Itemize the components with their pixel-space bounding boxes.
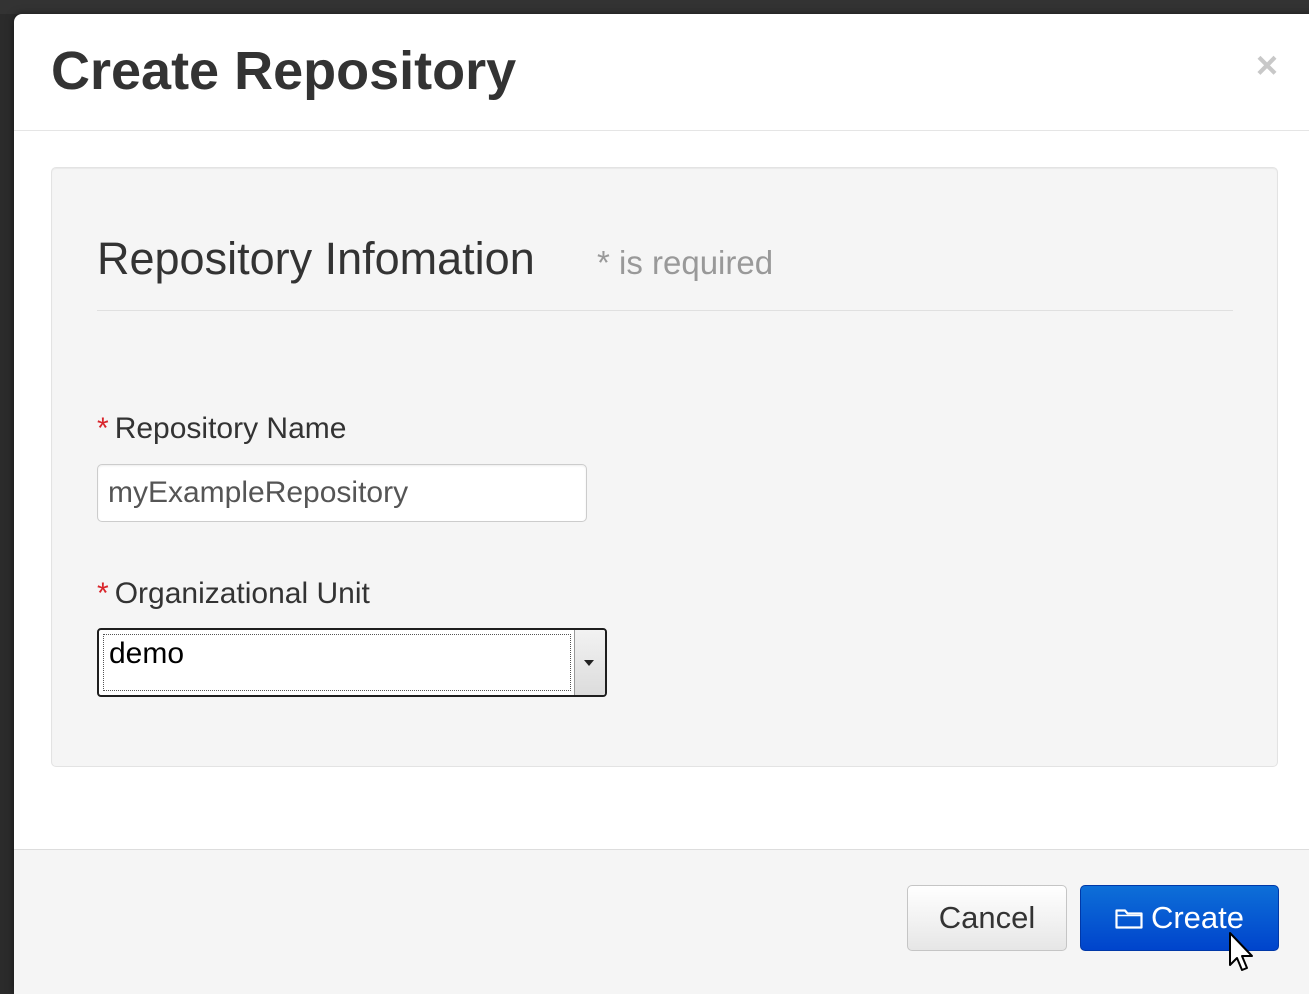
modal-header: Create Repository × bbox=[14, 14, 1309, 131]
repository-name-input[interactable] bbox=[97, 464, 587, 522]
organizational-unit-value: demo bbox=[109, 637, 185, 670]
section-title: Repository Infomation bbox=[97, 233, 535, 284]
create-repository-dialog: Create Repository × Repository Infomatio… bbox=[14, 14, 1309, 994]
section-legend: Repository Infomation * is required bbox=[97, 236, 1233, 311]
mouse-cursor-icon bbox=[1228, 931, 1256, 975]
modal-title: Create Repository bbox=[51, 41, 517, 101]
cancel-button[interactable]: Cancel bbox=[907, 885, 1067, 951]
select-dropdown-button[interactable] bbox=[574, 630, 605, 695]
chevron-down-icon bbox=[584, 660, 594, 666]
required-marker: * bbox=[97, 577, 109, 610]
required-hint: * is required bbox=[597, 244, 774, 281]
repository-name-label: * Repository Name bbox=[97, 414, 346, 444]
organizational-unit-select[interactable]: demo bbox=[97, 628, 607, 697]
organizational-unit-label: * Organizational Unit bbox=[97, 579, 370, 609]
page-backdrop bbox=[0, 0, 1309, 14]
folder-icon bbox=[1115, 909, 1143, 929]
repository-name-label-text: Repository Name bbox=[114, 412, 347, 445]
organizational-unit-label-text: Organizational Unit bbox=[114, 577, 370, 610]
repository-info-panel: Repository Infomation * is required * Rep… bbox=[51, 167, 1278, 767]
required-marker: * bbox=[97, 412, 109, 445]
close-icon[interactable]: × bbox=[1250, 46, 1284, 86]
modal-footer: Cancel Create bbox=[14, 849, 1309, 994]
create-button-label: Create bbox=[1150, 900, 1245, 935]
